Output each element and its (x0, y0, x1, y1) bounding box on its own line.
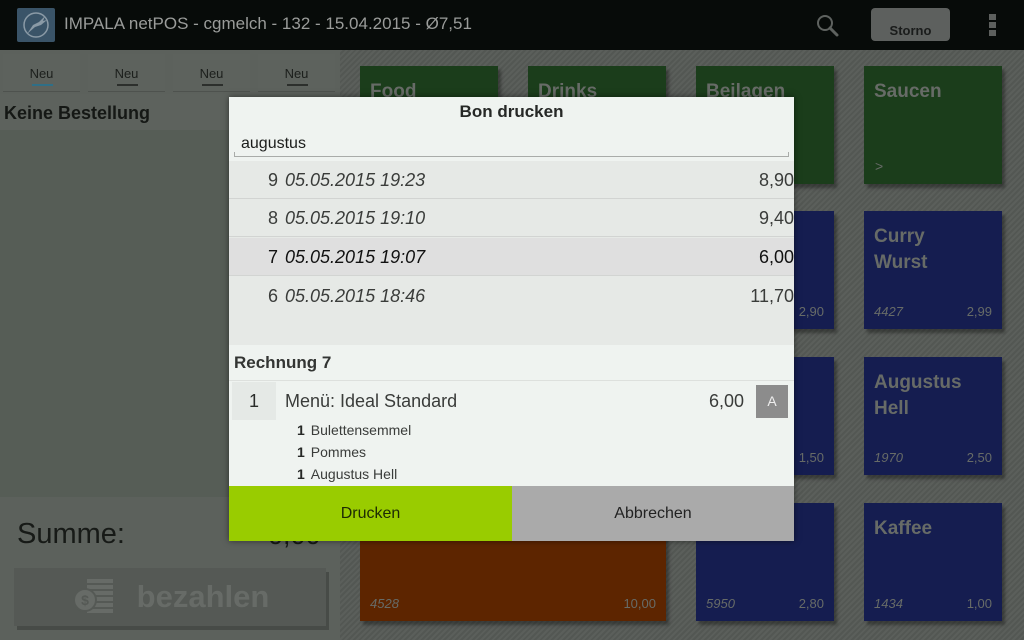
order-tab-1[interactable]: Neu (3, 54, 80, 92)
coins-icon: $ (71, 575, 119, 620)
bon-date: 05.05.2015 19:23 (285, 170, 426, 190)
tab-label: Neu (29, 66, 54, 81)
bon-date: 05.05.2015 19:10 (285, 208, 426, 228)
tile-code: 1970 (874, 450, 903, 465)
bon-number: 8 (267, 208, 278, 228)
tile-price: 2,50 (966, 450, 992, 465)
tab-indicator (32, 84, 53, 86)
bon-date: 05.05.2015 19:07 (285, 247, 426, 267)
tile-price: 1,00 (966, 596, 992, 611)
search-icon[interactable] (814, 12, 842, 40)
chevron-right-icon: > (875, 158, 884, 174)
action-bar: IMPALA netPOS - cgmelch - 132 - 15.04.20… (0, 0, 1024, 50)
bon-number: 9 (267, 170, 278, 190)
tab-indicator (117, 84, 138, 86)
print-receipt-dialog: Bon drucken 9 05.05.2015 19:23 8,90 8 05… (229, 97, 794, 541)
tile-curry-wurst[interactable]: Curry Wurst 4427 2,99 (864, 211, 1002, 329)
pay-button[interactable]: $ bezahlen (14, 568, 326, 626)
sub-item-name: Augustus Hell (310, 466, 398, 482)
tile-name: Kaffee (874, 518, 933, 539)
item-name: Menü: Ideal Standard (285, 391, 458, 411)
app-title: IMPALA netPOS - cgmelch - 132 - 15.04.20… (64, 14, 472, 33)
overflow-dot (988, 22, 996, 28)
bon-row-selected[interactable]: 7 05.05.2015 19:07 6,00 (229, 238, 794, 276)
tile-code: 1434 (874, 596, 903, 611)
sub-item: 1 Pommes (297, 444, 366, 460)
sub-item-qty: 1 (297, 466, 305, 482)
bon-amount: 8,90 (758, 170, 794, 190)
bon-date: 05.05.2015 18:46 (285, 286, 426, 306)
sub-item-name: Pommes (310, 444, 367, 460)
item-tax-badge: A (756, 385, 788, 418)
tile-code: 4528 (370, 596, 399, 611)
bon-amount: 9,40 (758, 208, 794, 228)
tile-name: Augustus Hell (874, 372, 962, 419)
overflow-dot (988, 30, 996, 36)
bon-list: 9 05.05.2015 19:23 8,90 8 05.05.2015 19:… (229, 161, 794, 345)
cancel-button[interactable]: Abbrechen (512, 486, 794, 541)
impala-logo-icon (17, 8, 55, 42)
tile-price: 1,50 (798, 450, 824, 465)
tile-code: 4427 (874, 304, 903, 319)
tile-code: 5950 (706, 596, 735, 611)
item-price: 6,00 (708, 391, 744, 411)
order-tab-3[interactable]: Neu (173, 54, 250, 92)
tile-price: 2,80 (798, 596, 824, 611)
pay-button-label: bezahlen (136, 579, 270, 614)
bon-row[interactable]: 9 05.05.2015 19:23 8,90 (229, 161, 794, 199)
order-tabs: Neu Neu Neu Neu (0, 54, 340, 92)
order-status-label: Keine Bestellung (4, 103, 151, 123)
tab-indicator (287, 84, 308, 86)
input-edge (788, 152, 789, 157)
sub-item-qty: 1 (297, 444, 305, 460)
sub-item: 1 Bulettensemmel (297, 422, 411, 438)
tile-kaffee[interactable]: Kaffee 1434 1,00 (864, 503, 1002, 621)
tile-price: 2,99 (966, 304, 992, 319)
bon-number: 7 (267, 247, 278, 267)
bon-row[interactable]: 8 05.05.2015 19:10 9,40 (229, 199, 794, 237)
overflow-menu-icon[interactable] (984, 14, 1000, 36)
tile-augustus-hell[interactable]: Augustus Hell 1970 2,50 (864, 357, 1002, 475)
sum-label: Summe: (17, 518, 125, 550)
print-button[interactable]: Drucken (229, 486, 512, 541)
svg-text:$: $ (81, 592, 89, 608)
bon-amount: 11,70 (750, 286, 794, 306)
tab-label: Neu (284, 66, 309, 81)
tile-name: Curry Wurst (874, 226, 928, 273)
bon-row[interactable]: 6 05.05.2015 18:46 11,70 (229, 277, 794, 315)
tile-price: 10,00 (623, 596, 656, 611)
order-tab-4[interactable]: Neu (258, 54, 335, 92)
bon-search-input[interactable] (234, 131, 789, 157)
tab-label: Neu (114, 66, 139, 81)
tile-saucen[interactable]: Saucen > (864, 66, 1002, 184)
divider (229, 380, 794, 381)
overflow-dot (988, 14, 996, 20)
input-edge (234, 152, 235, 157)
tile-price: 2,90 (798, 304, 824, 319)
bon-number: 6 (267, 286, 278, 306)
item-quantity: 1 (232, 382, 276, 420)
order-tab-2[interactable]: Neu (88, 54, 165, 92)
sub-item-name: Bulettensemmel (310, 422, 412, 438)
bon-amount: 6,00 (758, 247, 794, 267)
tab-indicator (202, 84, 223, 86)
invoice-title: Rechnung 7 (234, 353, 332, 372)
storno-button[interactable]: Storno (871, 8, 950, 41)
sub-item: 1 Augustus Hell (297, 466, 397, 482)
sub-item-qty: 1 (297, 422, 305, 438)
tab-label: Neu (199, 66, 224, 81)
tile-name: Saucen (874, 81, 942, 102)
pos-app: IMPALA netPOS - cgmelch - 132 - 15.04.20… (0, 0, 1024, 640)
dialog-title: Bon drucken (459, 102, 564, 121)
